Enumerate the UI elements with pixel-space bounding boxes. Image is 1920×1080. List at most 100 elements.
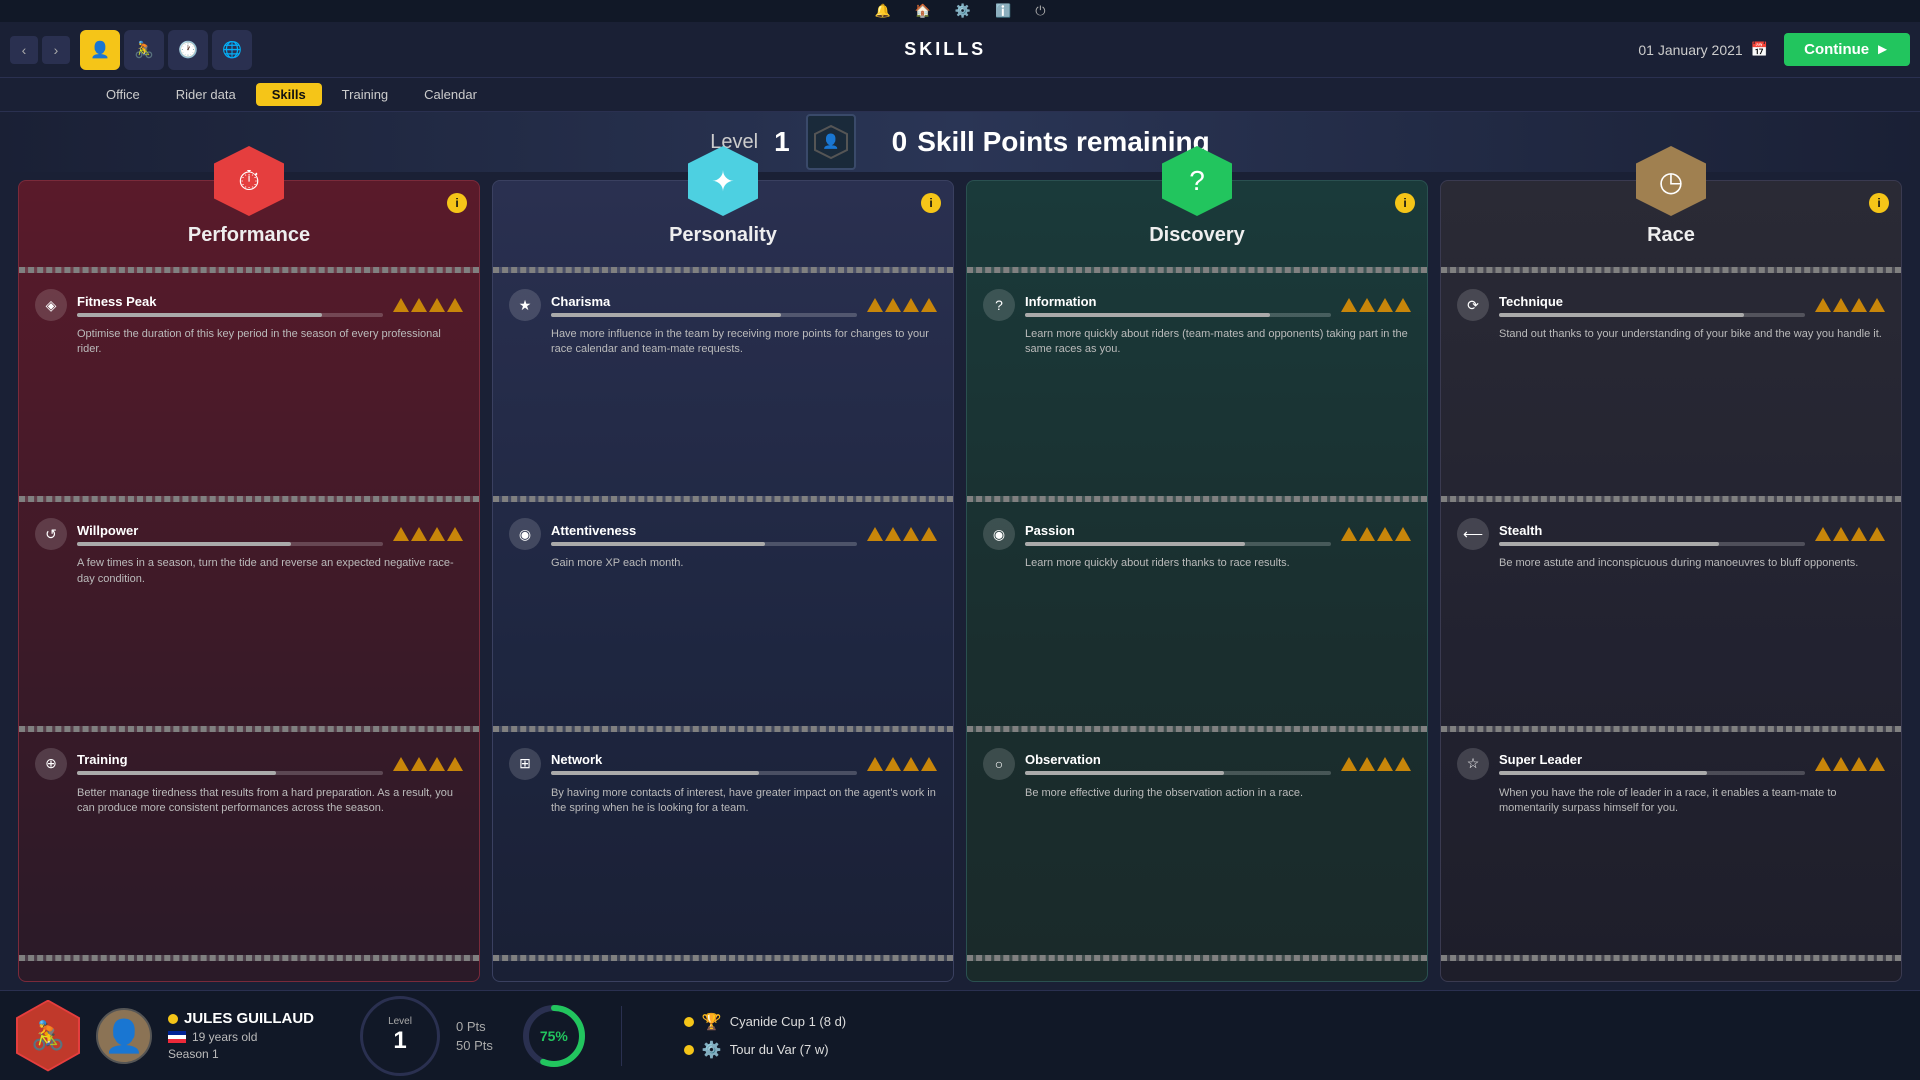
willpower-desc: A few times in a season, turn the tide a…: [77, 556, 463, 587]
trophy-icon: 🏆: [702, 1012, 722, 1032]
nav-profile-button[interactable]: 👤: [80, 30, 120, 70]
tab-rider-data[interactable]: Rider data: [160, 83, 252, 106]
information-name: Information: [1025, 294, 1331, 309]
tab-office[interactable]: Office: [90, 83, 156, 106]
rider-avatar: 👤: [96, 1008, 152, 1064]
training-triangles: [393, 757, 463, 771]
observation-icon: ○: [983, 748, 1015, 780]
nav-riders-button[interactable]: 🚴: [124, 30, 164, 70]
level-circle-label: Level: [388, 1016, 412, 1027]
tab-skills[interactable]: Skills: [256, 83, 322, 106]
flag-icon: [168, 1031, 186, 1043]
card-performance: ⏱ i Performance ◈ Fitness Peak Optimise …: [18, 180, 480, 982]
super-leader-name: Super Leader: [1499, 752, 1805, 767]
network-desc: By having more contacts of interest, hav…: [551, 786, 937, 817]
continue-label: Continue: [1804, 41, 1869, 58]
rider-hex: 🚴: [16, 1000, 80, 1072]
nav-globe-button[interactable]: 🌐: [212, 30, 252, 70]
skill-super-leader: ☆ Super Leader When you have the role of…: [1441, 740, 1901, 947]
calendar-icon[interactable]: 📅: [1751, 41, 1768, 58]
card-race-header: ◷ i Race: [1441, 181, 1901, 259]
rider-age-text: 19 years old: [192, 1030, 257, 1044]
personality-title: Personality: [669, 224, 777, 247]
skill-observation: ○ Observation Be more effective during t…: [967, 740, 1427, 947]
technique-desc: Stand out thanks to your understanding o…: [1499, 327, 1885, 342]
card-race: ◷ i Race ⟳ Technique Stand out thanks to…: [1440, 180, 1902, 982]
page-title: SKILLS: [252, 39, 1638, 60]
observation-desc: Be more effective during the observation…: [1025, 786, 1411, 801]
willpower-triangles: [393, 527, 463, 541]
super-leader-triangles: [1815, 757, 1885, 771]
information-desc: Learn more quickly about riders (team-ma…: [1025, 327, 1411, 358]
skill-points-label: Skill Points remaining: [917, 126, 1210, 157]
skill-training: ⊕ Training Better manage tiredness that …: [19, 740, 479, 947]
skill-willpower: ↺ Willpower A few times in a season, tur…: [19, 510, 479, 717]
passion-icon: ◉: [983, 518, 1015, 550]
svg-text:👤: 👤: [822, 133, 839, 150]
fitness-peak-desc: Optimise the duration of this key period…: [77, 327, 463, 358]
attentiveness-icon: ◉: [509, 518, 541, 550]
races-section: 🏆 Cyanide Cup 1 (8 d) ⚙️ Tour du Var (7 …: [684, 1012, 846, 1060]
stealth-desc: Be more astute and inconspicuous during …: [1499, 556, 1885, 571]
level-badge: 👤: [806, 114, 856, 170]
bell-icon[interactable]: 🔔: [874, 3, 890, 19]
discovery-title: Discovery: [1149, 224, 1245, 247]
rider-name-row: JULES GUILLAUD: [168, 1010, 314, 1027]
passion-triangles: [1341, 527, 1411, 541]
charisma-triangles: [867, 298, 937, 312]
performance-title: Performance: [188, 224, 310, 247]
power-icon[interactable]: ⏻: [1035, 3, 1045, 19]
technique-triangles: [1815, 298, 1885, 312]
fitness-peak-icon: ◈: [35, 289, 67, 321]
rider-dot: [168, 1014, 178, 1024]
training-desc: Better manage tiredness that results fro…: [77, 786, 463, 817]
super-leader-icon: ☆: [1457, 748, 1489, 780]
information-triangles: [1341, 298, 1411, 312]
skill-points-value: 0: [892, 126, 908, 157]
level-circle: Level 1: [360, 996, 440, 1076]
training-name: Training: [77, 752, 383, 767]
passion-name: Passion: [1025, 523, 1331, 538]
personality-info-badge[interactable]: i: [921, 193, 941, 213]
charisma-desc: Have more influence in the team by recei…: [551, 327, 937, 358]
card-discovery: ? i Discovery ? Information Learn more q…: [966, 180, 1428, 982]
observation-triangles: [1341, 757, 1411, 771]
nav-clock-button[interactable]: 🕐: [168, 30, 208, 70]
card-personality: ✦ i Personality ★ Charisma Have more inf…: [492, 180, 954, 982]
continue-button[interactable]: Continue ►: [1784, 33, 1910, 66]
race-item-1: ⚙️ Tour du Var (7 w): [684, 1040, 846, 1060]
tab-calendar[interactable]: Calendar: [408, 83, 493, 106]
discovery-info-badge[interactable]: i: [1395, 193, 1415, 213]
bottom-bar: 🚴 👤 JULES GUILLAUD 19 years old Season 1…: [0, 990, 1920, 1080]
skill-stealth: ⟵ Stealth Be more astute and inconspicuo…: [1441, 510, 1901, 717]
gear-icon[interactable]: ⚙️: [955, 3, 971, 19]
pts-info: 0 Pts 50 Pts: [456, 1019, 493, 1053]
nav-back-button[interactable]: ‹: [10, 36, 38, 64]
rider-name-text: JULES GUILLAUD: [184, 1010, 314, 1027]
skill-points-display: 0 Skill Points remaining: [892, 126, 1210, 158]
continue-arrow-icon: ►: [1875, 41, 1890, 58]
home-icon[interactable]: 🏠: [915, 3, 931, 19]
skill-network: ⊞ Network By having more contacts of int…: [493, 740, 953, 947]
nav-forward-button[interactable]: ›: [42, 36, 70, 64]
skill-charisma: ★ Charisma Have more influence in the te…: [493, 281, 953, 488]
top-bar: 🔔 🏠 ⚙️ ℹ️ ⏻: [0, 0, 1920, 22]
rider-age-row: 19 years old: [168, 1030, 314, 1044]
race-title: Race: [1647, 224, 1695, 247]
pts-current: 0 Pts: [456, 1019, 493, 1034]
card-personality-header: ✦ i Personality: [493, 181, 953, 259]
network-name: Network: [551, 752, 857, 767]
technique-icon: ⟳: [1457, 289, 1489, 321]
rider-info: JULES GUILLAUD 19 years old Season 1: [168, 1010, 314, 1061]
attentiveness-name: Attentiveness: [551, 523, 857, 538]
fitness-peak-name: Fitness Peak: [77, 294, 383, 309]
attentiveness-desc: Gain more XP each month.: [551, 556, 937, 571]
tab-training[interactable]: Training: [326, 83, 404, 106]
info-icon[interactable]: ℹ️: [995, 3, 1011, 19]
observation-name: Observation: [1025, 752, 1331, 767]
network-icon: ⊞: [509, 748, 541, 780]
stealth-icon: ⟵: [1457, 518, 1489, 550]
nav-bar: ‹ › 👤 🚴 🕐 🌐 SKILLS 01 January 2021 📅 Con…: [0, 22, 1920, 78]
performance-info-badge[interactable]: i: [447, 193, 467, 213]
race-info-badge[interactable]: i: [1869, 193, 1889, 213]
